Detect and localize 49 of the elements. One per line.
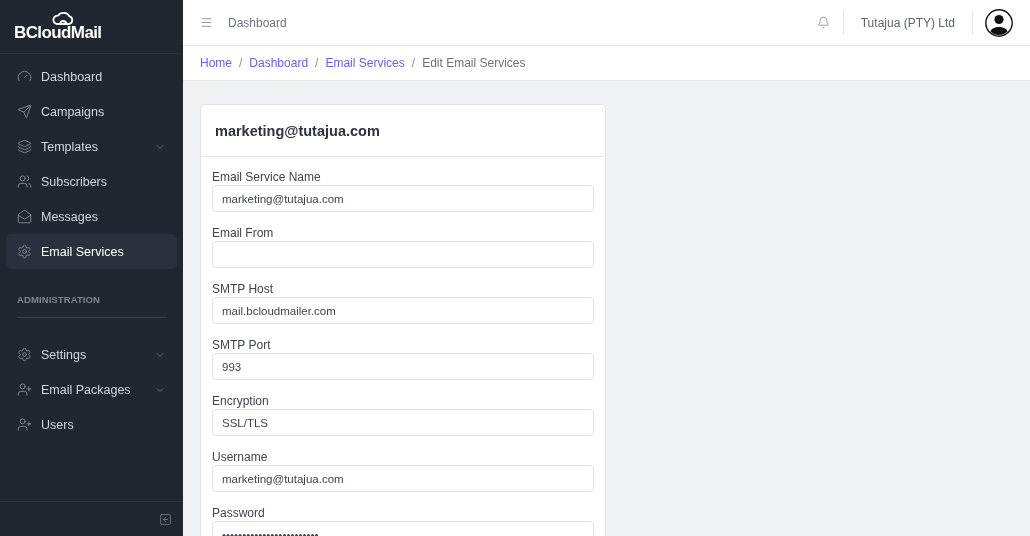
page-title: Dashboard xyxy=(228,15,288,30)
sidebar-item[interactable]: Users xyxy=(6,407,177,442)
breadcrumb-link[interactable]: Email Services xyxy=(325,56,405,70)
field-label: Email From xyxy=(212,225,275,241)
account-name[interactable]: Tutajua (PTY) Ltd xyxy=(860,15,955,30)
breadcrumb-link[interactable]: Dashboard xyxy=(249,56,309,70)
layers-icon xyxy=(17,139,32,154)
breadcrumb-separator: / xyxy=(411,56,416,70)
avatar-button[interactable] xyxy=(985,8,1013,37)
breadcrumb-separator: / xyxy=(239,56,243,70)
cloud-logo-icon xyxy=(52,10,74,25)
card-title: marketing@tutajua.com xyxy=(215,122,380,139)
input-field[interactable]: SSL/TLS xyxy=(212,409,594,436)
user-plus-icon xyxy=(17,417,32,432)
section-heading: ADMINISTRATION xyxy=(17,294,101,305)
sidebar-item[interactable]: Campaigns xyxy=(6,94,177,129)
menu-button[interactable] xyxy=(200,16,213,29)
field-label: SMTP Port xyxy=(212,337,272,353)
gauge-icon xyxy=(17,69,32,84)
input-field[interactable]: marketing@tutajua.com xyxy=(212,185,594,212)
input-field[interactable]: •••••••••••••••••••••••• xyxy=(212,521,594,536)
users-icon xyxy=(17,174,32,189)
sidebar-item[interactable]: Templates xyxy=(6,129,177,164)
sidebar-item[interactable]: Email Packages xyxy=(6,372,177,407)
envelope-icon xyxy=(17,209,32,224)
notifications-button[interactable] xyxy=(816,16,830,29)
input-field[interactable]: marketing@tutajua.com xyxy=(212,465,594,492)
collapse-sidebar-button[interactable] xyxy=(159,512,172,526)
sidebar-item[interactable]: Email Services xyxy=(6,234,177,269)
settings-icon xyxy=(17,244,32,259)
field-label: Password xyxy=(212,505,266,521)
sidebar-item[interactable]: Subscribers xyxy=(6,164,177,199)
input-field[interactable] xyxy=(212,241,594,268)
paper-plane-icon xyxy=(17,104,32,119)
field-label: Email Service Name xyxy=(212,169,322,185)
input-field[interactable]: mail.bcloudmailer.com xyxy=(212,297,594,324)
settings-icon xyxy=(17,347,32,362)
breadcrumb-separator: / xyxy=(315,56,319,70)
field-label: Username xyxy=(212,449,269,465)
input-field[interactable]: 993 xyxy=(212,353,594,380)
sidebar-item[interactable]: Settings xyxy=(6,337,177,372)
sidebar-item[interactable]: Dashboard xyxy=(6,59,177,94)
field-label: Encryption xyxy=(212,393,270,409)
user-plus-icon xyxy=(17,382,32,397)
sidebar-item[interactable]: Messages xyxy=(6,199,177,234)
breadcrumb-current: Edit Email Services xyxy=(422,56,526,70)
logo-text: BCloudMail xyxy=(14,22,103,43)
field-label: SMTP Host xyxy=(212,281,275,297)
breadcrumb-link[interactable]: Home xyxy=(200,56,232,70)
